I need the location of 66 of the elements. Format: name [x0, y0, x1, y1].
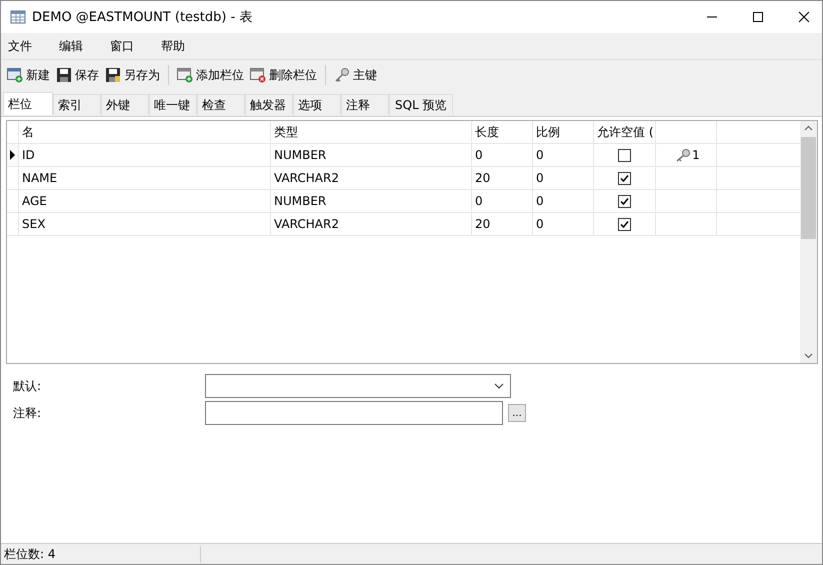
toolbar-button[interactable]: 主键 — [332, 64, 379, 86]
checkbox[interactable] — [618, 172, 631, 184]
checkbox[interactable] — [618, 194, 631, 208]
table-cell: 20 — [472, 213, 533, 235]
tab[interactable]: 注释 — [341, 94, 389, 115]
column-header: 长度 — [472, 121, 533, 143]
tab[interactable]: 触发器 — [245, 94, 293, 115]
field-label: 默认: — [12, 378, 42, 394]
column-header: 比例 — [533, 121, 594, 143]
table-cell: 0 — [533, 167, 594, 189]
tab[interactable]: SQL 预览 — [389, 94, 453, 115]
toolbar-button[interactable]: 删除栏位 — [248, 64, 319, 86]
chevron-down-icon — [494, 383, 504, 389]
window-title: DEMO @EASTMOUNT (testdb) - 表 — [32, 9, 252, 26]
menu-item[interactable]: 帮助 — [161, 38, 185, 54]
toolbar-button[interactable]: 另存为 — [103, 64, 162, 86]
table-cell: NAME — [19, 167, 271, 189]
scroll-up-icon[interactable] — [804, 125, 813, 131]
more-button[interactable]: ... — [508, 404, 526, 422]
table-cell: NUMBER — [271, 144, 472, 166]
table-cell: 0 — [533, 213, 594, 235]
table-cell: 0 — [472, 190, 533, 212]
tab[interactable]: 选项 — [293, 94, 341, 115]
toolbar-button[interactable]: 保存 — [54, 64, 101, 86]
scroll-down-icon[interactable] — [804, 353, 813, 359]
menu-item[interactable]: 窗口 — [110, 38, 134, 54]
comment-field[interactable] — [205, 401, 503, 425]
table-cell: VARCHAR2 — [271, 167, 472, 189]
table-cell: SEX — [19, 213, 271, 235]
row-header[interactable] — [7, 144, 19, 166]
status-text: 栏位数: 4 — [1, 546, 201, 562]
table-cell: 0 — [472, 144, 533, 166]
toolbar-button[interactable]: 添加栏位 — [175, 64, 246, 86]
current-row-icon — [10, 150, 15, 160]
scrollbar[interactable] — [800, 121, 817, 363]
table-cell: 20 — [472, 167, 533, 189]
table-cell: NUMBER — [271, 190, 472, 212]
menu-item[interactable]: 编辑 — [59, 38, 83, 54]
key-order: 1 — [692, 148, 700, 162]
table-cell: VARCHAR2 — [271, 213, 472, 235]
table-remove-icon — [250, 67, 266, 83]
column-header: 允许空值 ( — [594, 121, 656, 143]
column-header: 名 — [19, 121, 271, 143]
table-add-icon — [7, 67, 23, 83]
tab[interactable]: 索引 — [53, 94, 101, 115]
table-cell: 0 — [533, 190, 594, 212]
tab[interactable]: 唯一键 — [149, 94, 197, 115]
key-icon — [675, 148, 692, 162]
toolbar-button[interactable]: 新建 — [5, 64, 52, 86]
table-icon — [10, 9, 26, 25]
close-icon[interactable] — [798, 11, 810, 23]
field-label: 注释: — [12, 404, 42, 422]
column-header: 类型 — [271, 121, 472, 143]
maximize-icon[interactable] — [752, 11, 764, 23]
table-cell: 0 — [533, 144, 594, 166]
table-cell: ID — [19, 144, 271, 166]
key-icon — [334, 67, 350, 83]
checkbox[interactable] — [618, 148, 631, 162]
table-cell: AGE — [19, 190, 271, 212]
tab[interactable]: 外键 — [101, 94, 149, 115]
default-dropdown[interactable] — [205, 374, 511, 398]
tab[interactable]: 栏位 — [3, 92, 53, 115]
checkbox[interactable] — [618, 218, 631, 230]
tab[interactable]: 检查 — [197, 94, 245, 115]
menu-item[interactable]: 文件 — [8, 38, 32, 54]
table-add-icon — [177, 67, 193, 83]
